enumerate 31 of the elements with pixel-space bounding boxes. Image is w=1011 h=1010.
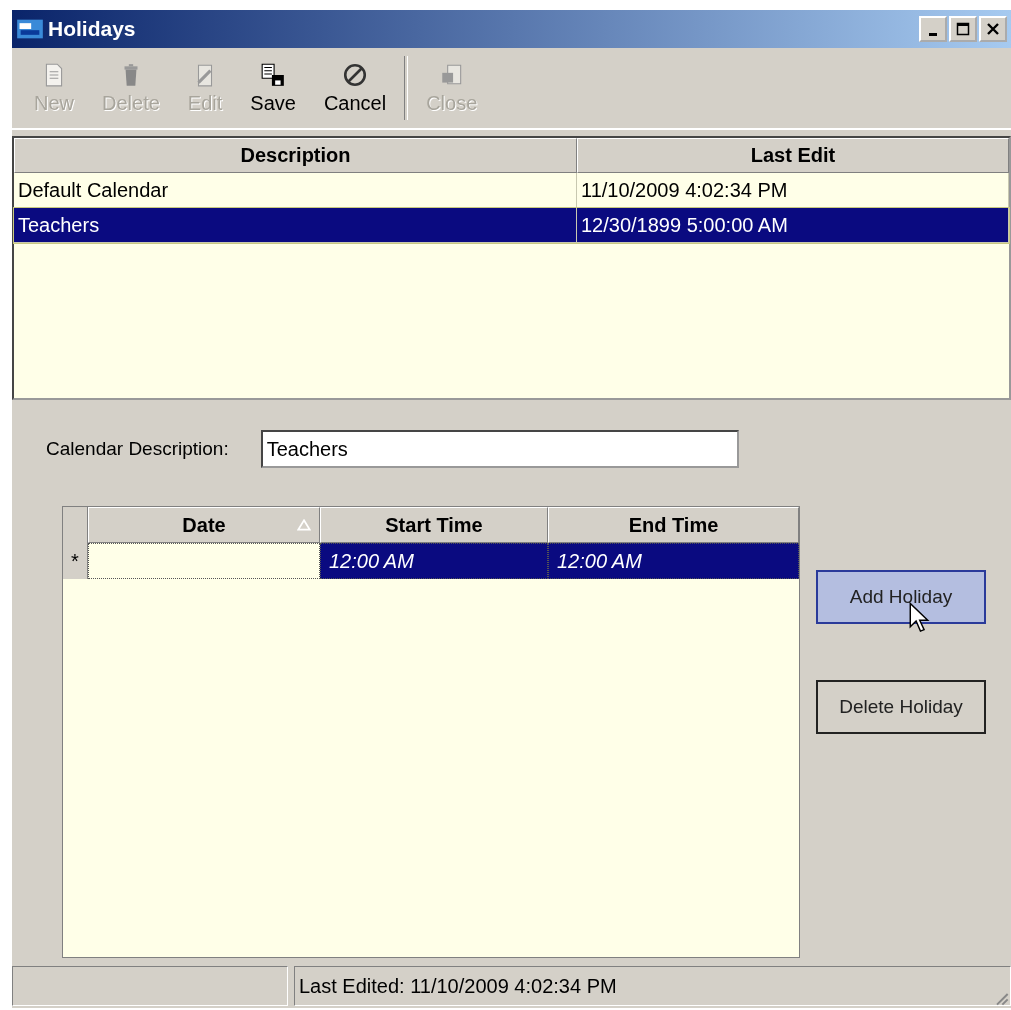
action-button[interactable]: Delete Holiday bbox=[816, 680, 986, 734]
column-header[interactable]: Last Edit bbox=[577, 138, 1009, 173]
cancel-icon bbox=[342, 61, 368, 88]
table-cell: 11/10/2009 4:02:34 PM bbox=[581, 178, 788, 202]
table-cell: Teachers bbox=[18, 213, 100, 237]
window-title: Holidays bbox=[48, 17, 137, 41]
table-cell[interactable]: 12:00 AM bbox=[320, 543, 548, 579]
app-icon bbox=[16, 17, 44, 41]
maximize-button[interactable] bbox=[949, 16, 977, 42]
table-cell: Default Calendar bbox=[18, 178, 169, 202]
table-cell: 12/30/1899 5:00:00 AM bbox=[581, 213, 788, 237]
save-button[interactable]: Save bbox=[240, 57, 306, 119]
minimize-icon bbox=[929, 32, 937, 36]
column-header[interactable]: Start Time bbox=[320, 507, 548, 543]
column-header[interactable]: Date bbox=[88, 507, 320, 543]
close-button[interactable] bbox=[979, 16, 1007, 42]
date-cell[interactable] bbox=[88, 543, 320, 579]
close-icon bbox=[986, 22, 1000, 36]
save-icon bbox=[260, 61, 287, 88]
column-header[interactable]: End Time bbox=[548, 507, 799, 543]
minimize-button[interactable] bbox=[919, 16, 947, 42]
action-button[interactable]: Add Holiday bbox=[816, 570, 986, 624]
table-cell[interactable]: 12:00 AM bbox=[548, 543, 799, 579]
field-label: Calendar Description: bbox=[46, 438, 229, 460]
maximize-icon bbox=[956, 22, 970, 36]
description-field[interactable]: Teachers bbox=[260, 430, 739, 468]
status-text: Last Edited: 11/10/2009 4:02:34 PM bbox=[299, 974, 617, 998]
row-marker: * bbox=[63, 543, 88, 579]
column-header[interactable]: Description bbox=[14, 138, 577, 173]
table-row[interactable]: Teachers 12/30/1899 5:00:00 AM bbox=[14, 208, 1009, 243]
cancel-button[interactable]: Cancel bbox=[313, 57, 397, 119]
